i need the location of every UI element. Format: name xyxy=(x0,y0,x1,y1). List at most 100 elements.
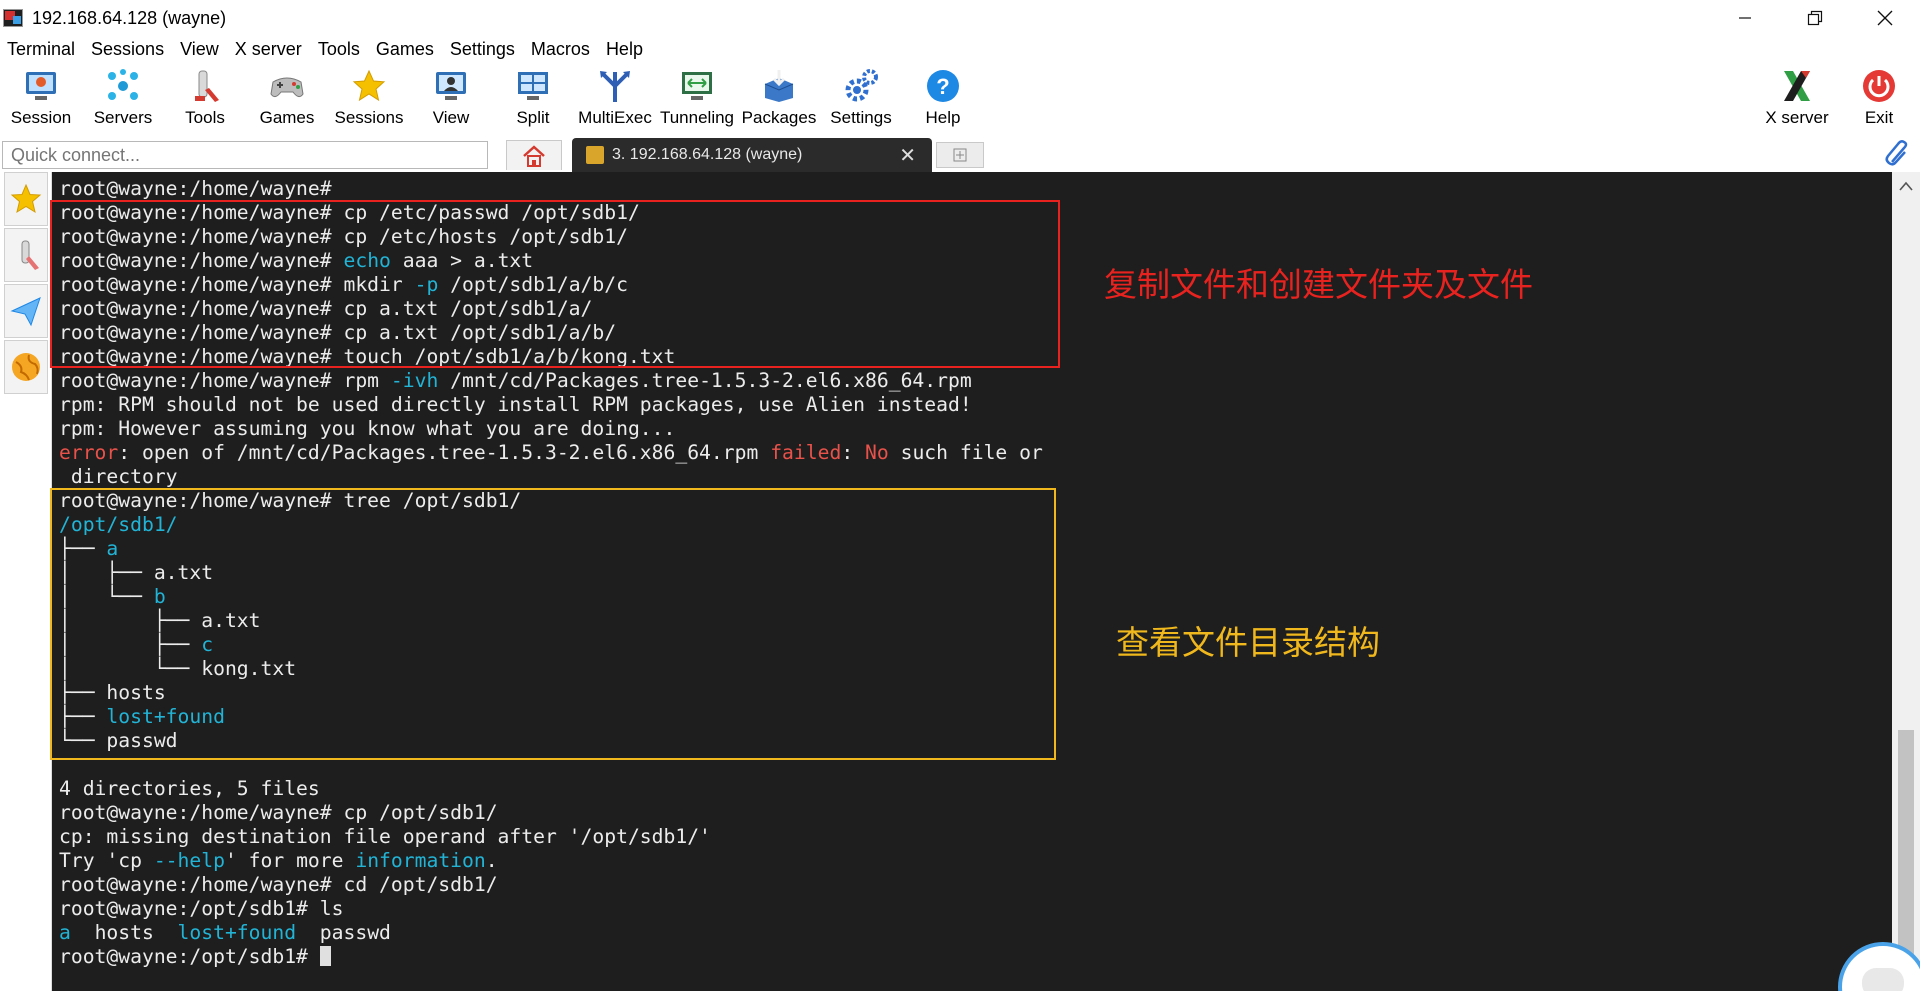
help-icon: ? xyxy=(923,66,963,106)
terminal-line: 4 directories, 5 files xyxy=(59,777,1043,801)
terminal-text: Try 'cp xyxy=(59,849,154,872)
copy-commands-highlight-box xyxy=(50,200,1060,368)
sidebar-sessions-button[interactable] xyxy=(4,172,48,226)
left-sidebar xyxy=(0,172,52,991)
terminal-text: failed xyxy=(770,441,842,464)
sidebar-sftp-button[interactable] xyxy=(4,340,48,394)
view-button[interactable]: View xyxy=(410,62,492,132)
session-icon xyxy=(21,66,61,106)
close-tab-icon[interactable]: ✕ xyxy=(899,143,916,168)
terminal-line: rpm: However assuming you know what you … xyxy=(59,417,1043,441)
tab-session-3[interactable]: 3. 192.168.64.128 (wayne) ✕ xyxy=(572,138,932,172)
games-button[interactable]: Games xyxy=(246,62,328,132)
games-icon xyxy=(267,66,307,106)
terminal-text: ' for more xyxy=(224,849,356,872)
exit-button[interactable]: Exit xyxy=(1838,62,1920,132)
sessions-button[interactable]: Sessions xyxy=(328,62,410,132)
terminal-line: root@wayne:/home/wayne# rpm -ivh /mnt/cd… xyxy=(59,369,1043,393)
window-title: 192.168.64.128 (wayne) xyxy=(32,7,227,28)
tab-label: 3. 192.168.64.128 (wayne) xyxy=(612,146,803,163)
menu-settings[interactable]: Settings xyxy=(442,39,523,60)
close-icon xyxy=(1877,10,1893,26)
terminal-scrollbar[interactable] xyxy=(1892,172,1920,991)
menu-sessions[interactable]: Sessions xyxy=(83,39,172,60)
settings-button[interactable]: Settings xyxy=(820,62,902,132)
minimize-button[interactable] xyxy=(1710,0,1780,36)
terminal-text: cp: missing destination file operand aft… xyxy=(59,825,711,848)
terminal-cursor xyxy=(319,946,331,966)
help-button[interactable]: ? Help xyxy=(902,62,984,132)
split-icon xyxy=(513,66,553,106)
window-controls xyxy=(1710,0,1920,36)
attach-icon[interactable] xyxy=(1884,140,1910,173)
terminal-line: root@wayne:/opt/sdb1# ls xyxy=(59,897,1043,921)
restore-icon xyxy=(1807,10,1823,26)
terminal-text: root@wayne:/opt/sdb1# xyxy=(59,945,320,968)
plus-icon xyxy=(953,148,967,162)
session-button[interactable]: Session xyxy=(0,62,82,132)
x-server-icon xyxy=(1777,66,1817,106)
terminal-line: Try 'cp --help' for more information. xyxy=(59,849,1043,873)
tools-button[interactable]: Tools xyxy=(164,62,246,132)
send-icon xyxy=(10,297,41,327)
terminal-text: rpm: However assuming you know what you … xyxy=(59,417,676,440)
servers-icon xyxy=(103,66,143,106)
svg-text:?: ? xyxy=(936,74,949,99)
terminal-key-icon xyxy=(586,146,604,164)
star-icon xyxy=(10,183,42,214)
terminal-text: No xyxy=(865,441,889,464)
copy-annotation-note: 复制文件和创建文件夹及文件 xyxy=(1104,265,1533,304)
menu-tools[interactable]: Tools xyxy=(310,39,368,60)
title-bar: 192.168.64.128 (wayne) xyxy=(0,0,1920,36)
menu-terminal[interactable]: Terminal xyxy=(0,39,83,60)
chevron-up-icon xyxy=(1899,181,1913,191)
terminal-text: root@wayne:/opt/sdb1# ls xyxy=(59,897,344,920)
restore-button[interactable] xyxy=(1780,0,1850,36)
terminal-text: root@wayne:/home/wayne# cp /opt/sdb1/ xyxy=(59,801,498,824)
menu-games[interactable]: Games xyxy=(368,39,442,60)
terminal-text: : xyxy=(841,441,866,464)
menu-help[interactable]: Help xyxy=(598,39,651,60)
new-tab-button[interactable] xyxy=(936,142,984,168)
terminal-line: root@wayne:/home/wayne# cd /opt/sdb1/ xyxy=(59,873,1043,897)
split-button[interactable]: Split xyxy=(492,62,574,132)
menu-bar: Terminal Sessions View X server Tools Ga… xyxy=(0,36,651,62)
terminal-text: rpm: RPM should not be used directly ins… xyxy=(59,393,972,416)
terminal-text: root@wayne:/home/wayne# rpm xyxy=(59,369,391,392)
tab-bar: 3. 192.168.64.128 (wayne) ✕ xyxy=(0,138,1920,172)
terminal-text: information xyxy=(355,849,486,872)
sidebar-tools-button[interactable] xyxy=(4,228,48,282)
home-tab[interactable] xyxy=(506,140,562,170)
sidebar-macros-button[interactable] xyxy=(4,284,48,338)
tunneling-button[interactable]: Tunneling xyxy=(656,62,738,132)
menu-macros[interactable]: Macros xyxy=(523,39,598,60)
tools-icon xyxy=(185,66,225,106)
terminal-text: -ivh xyxy=(390,369,439,392)
close-button[interactable] xyxy=(1850,0,1920,36)
home-icon xyxy=(523,144,545,167)
scroll-up-button[interactable] xyxy=(1892,172,1920,200)
terminal-line: root@wayne:/home/wayne# xyxy=(59,177,1043,201)
multiexec-button[interactable]: MultiExec xyxy=(574,62,656,132)
terminal-text: /mnt/cd/Packages.tree-1.5.3-2.el6.x86_64… xyxy=(438,369,972,392)
star-icon xyxy=(349,66,389,106)
terminal-text: lost+found xyxy=(177,921,297,944)
menu-view[interactable]: View xyxy=(172,39,227,60)
tree-output-highlight-box xyxy=(50,488,1056,760)
minimize-icon xyxy=(1739,17,1751,19)
terminal-text: directory xyxy=(59,465,178,488)
terminal-line: root@wayne:/home/wayne# cp /opt/sdb1/ xyxy=(59,801,1043,825)
packages-button[interactable]: Packages xyxy=(738,62,820,132)
tunneling-icon xyxy=(677,66,717,106)
terminal-text: : open of /mnt/cd/Packages.tree-1.5.3-2.… xyxy=(118,441,771,464)
x-server-button[interactable]: X server xyxy=(1756,62,1838,132)
terminal-text: --help xyxy=(153,849,225,872)
mobaxterm-logo-icon xyxy=(2,6,26,30)
terminal-line: rpm: RPM should not be used directly ins… xyxy=(59,393,1043,417)
menu-x-server[interactable]: X server xyxy=(227,39,310,60)
quick-connect-input[interactable] xyxy=(2,141,488,169)
globe-icon xyxy=(12,353,40,381)
view-icon xyxy=(431,66,471,106)
terminal-line: a hosts lost+found passwd xyxy=(59,921,1043,945)
servers-button[interactable]: Servers xyxy=(82,62,164,132)
